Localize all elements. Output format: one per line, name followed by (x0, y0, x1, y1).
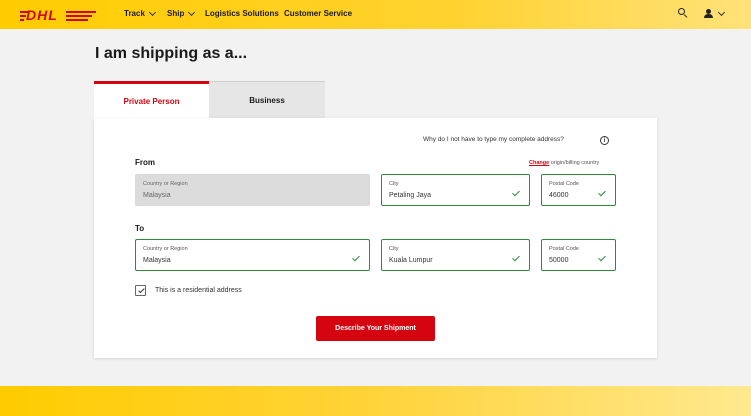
from-postal-code-field[interactable]: Postal Code 46000 (541, 174, 616, 206)
from-label: From (135, 158, 155, 167)
checkmark-icon (598, 253, 606, 262)
tab-business[interactable]: Business (209, 81, 325, 118)
page-title: I am shipping as a... (95, 45, 248, 62)
chevron-down-icon[interactable] (717, 8, 726, 17)
field-value: Malaysia (143, 257, 171, 264)
nav-customer-service-label: Customer Service (284, 9, 353, 18)
checkmark-icon (598, 188, 606, 197)
field-value: 46000 (549, 192, 569, 199)
from-country-field: Country or Region Malaysia (135, 174, 370, 206)
residential-address-checkbox[interactable] (135, 285, 146, 296)
field-label: City (389, 181, 399, 187)
footer-band (0, 386, 751, 416)
checkmark-icon (352, 253, 360, 262)
logo-stripe (20, 19, 24, 21)
nav-ship-label: Ship (167, 9, 185, 18)
chevron-down-icon (148, 8, 156, 16)
field-value: Malaysia (143, 192, 171, 199)
field-label: Postal Code (549, 246, 579, 252)
residential-address-label[interactable]: This is a residential address (155, 287, 242, 294)
logo-stripe (66, 11, 96, 13)
nav-customer-service[interactable]: Customer Service (284, 9, 352, 18)
describe-shipment-button[interactable]: Describe Your Shipment (316, 316, 435, 341)
nav-ship[interactable]: Ship (167, 8, 196, 18)
nav-track[interactable]: Track (124, 8, 156, 18)
field-label: City (389, 246, 399, 252)
to-country-field[interactable]: Country or Region Malaysia (135, 239, 370, 271)
nav-logistics-label: Logistics Solutions (205, 9, 279, 18)
checkbox-check-icon (137, 286, 145, 294)
field-label: Country or Region (143, 246, 188, 252)
from-city-field[interactable]: City Petaling Jaya (381, 174, 530, 206)
user-icon-body (704, 14, 713, 18)
chevron-down-icon (188, 8, 196, 16)
to-city-field[interactable]: City Kuala Lumpur (381, 239, 530, 271)
search-icon-handle (683, 14, 688, 19)
checkmark-icon (512, 253, 520, 262)
dhl-logo[interactable]: DHL (20, 7, 96, 23)
search-icon[interactable] (678, 8, 688, 19)
logo-text: DHL (26, 7, 58, 23)
checkmark-icon (512, 188, 520, 197)
logo-stripe (66, 19, 88, 21)
change-origin-text: Change origin/billing country (529, 160, 599, 166)
user-icon[interactable] (704, 8, 713, 18)
tab-private-person[interactable]: Private Person (94, 81, 209, 118)
top-navigation-bar: DHL Track Ship Logistics Solutions Custo… (0, 0, 751, 29)
nav-track-label: Track (124, 9, 145, 18)
change-origin-link[interactable]: Change (529, 160, 549, 166)
nav-logistics-solutions[interactable]: Logistics Solutions (205, 9, 279, 18)
to-postal-code-field[interactable]: Postal Code 50000 (541, 239, 616, 271)
field-label: Postal Code (549, 181, 579, 187)
field-value: Petaling Jaya (389, 192, 432, 199)
to-label: To (135, 224, 145, 233)
logo-stripe (66, 15, 92, 17)
info-icon[interactable]: i (600, 136, 609, 145)
field-value: Kuala Lumpur (389, 257, 433, 264)
address-hint-link[interactable]: Why do I not have to type my complete ad… (423, 136, 564, 143)
field-value: 50000 (549, 257, 569, 264)
change-origin-suffix: origin/billing country (549, 160, 600, 166)
field-label: Country or Region (143, 181, 188, 187)
